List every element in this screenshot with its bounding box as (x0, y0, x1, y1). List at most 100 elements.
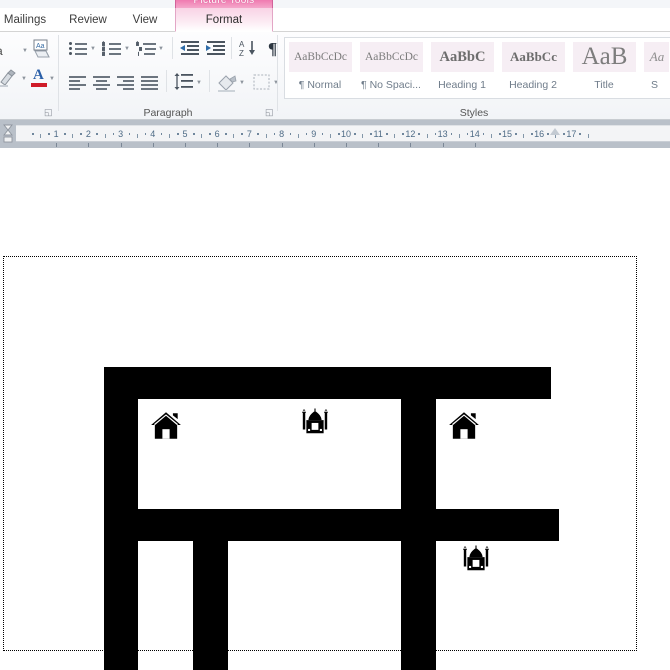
style-item-no-spacing[interactable]: AaBbCcDc ¶ No Spaci... (356, 38, 427, 98)
justify-button[interactable] (139, 72, 161, 93)
tab-stop-marker[interactable] (120, 143, 122, 147)
change-case-button[interactable]: Aa (30, 39, 54, 61)
increase-indent-button[interactable] (205, 38, 227, 59)
tab-stop-marker[interactable] (410, 143, 412, 147)
chevron-down-icon[interactable]: ▼ (49, 76, 55, 82)
ruler-dot (289, 133, 292, 135)
tab-stop-marker[interactable] (217, 143, 219, 147)
ruler-dot (225, 133, 227, 135)
font-dialog-launcher[interactable]: ◱ (44, 107, 54, 117)
ruler-dot (386, 133, 388, 135)
sort-az-icon: A Z (239, 40, 255, 58)
numbering-button[interactable]: 1 2 3 (101, 38, 123, 59)
tab-stop-marker[interactable] (442, 143, 444, 147)
mosque-icon[interactable] (300, 407, 330, 437)
multilevel-list-button[interactable]: 1 a i (135, 38, 157, 59)
ruler-number: 4 (150, 129, 156, 139)
ruler-tick (201, 134, 203, 138)
ruler-band: 1 2 3 4 5 6 7 8 9 10 11 12 13 14 15 16 17 (0, 120, 670, 148)
justify-icon (141, 76, 158, 90)
tab-stop-marker[interactable] (184, 143, 186, 147)
text-highlight-button[interactable] (0, 68, 18, 88)
ribbon-panel: a ▼ Aa ▼ A ▼ ◱ (0, 32, 670, 120)
line-spacing-button[interactable] (173, 72, 195, 93)
ruler-tick (490, 134, 492, 138)
ruler-tick (72, 134, 74, 138)
house-icon[interactable] (447, 409, 481, 443)
document-canvas[interactable] (0, 148, 670, 670)
ruler-tick (426, 134, 428, 138)
ruler-dot (450, 133, 453, 135)
chevron-down-icon[interactable]: ▼ (124, 46, 130, 52)
ruler-dot (370, 133, 372, 135)
road-vertical-inner[interactable] (193, 509, 228, 670)
chevron-down-icon[interactable]: ▼ (158, 46, 164, 52)
paragraph-group-title: Paragraph (143, 107, 193, 119)
style-preview: Aa (644, 42, 669, 72)
ruler-dot (128, 133, 131, 135)
tab-stop-marker[interactable] (249, 143, 251, 147)
tab-stop-marker[interactable] (56, 143, 58, 147)
ruler-dot (498, 133, 501, 135)
chevron-down-icon[interactable]: ▼ (22, 48, 28, 54)
paragraph-dialog-launcher[interactable]: ◱ (265, 107, 275, 117)
tab-view[interactable]: View (120, 8, 170, 32)
ruler-number: 2 (85, 129, 91, 139)
chevron-down-icon[interactable]: ▼ (239, 80, 245, 86)
ribbon-tab-bar: Mailings Review View Format (0, 8, 670, 32)
tab-review[interactable]: Review (60, 8, 116, 32)
house-icon[interactable] (149, 409, 183, 443)
ruler-number: 6 (214, 129, 220, 139)
ruler-dot (257, 133, 260, 135)
style-label: Heading 2 (509, 79, 557, 91)
align-right-button[interactable] (115, 72, 137, 93)
style-label: Title (594, 79, 614, 91)
chevron-down-icon[interactable]: ▼ (21, 76, 27, 82)
decrease-indent-button[interactable] (179, 38, 201, 59)
road-horizontal-middle[interactable] (104, 509, 559, 541)
style-preview: AaBbCcDc (289, 42, 352, 72)
horizontal-ruler[interactable]: 1 2 3 4 5 6 7 8 9 10 11 12 13 14 15 16 17 (16, 125, 670, 142)
ruler-number: 9 (311, 129, 317, 139)
ruler-number: 12 (405, 129, 416, 139)
ruler-tick (523, 134, 525, 138)
style-item-title[interactable]: AaB Title (569, 38, 640, 98)
sort-button[interactable]: A Z (237, 38, 259, 59)
ruler-dot (531, 133, 533, 135)
borders-button[interactable] (251, 72, 273, 93)
style-item-heading-1[interactable]: AaBbC Heading 1 (427, 38, 498, 98)
bullets-button[interactable] (67, 38, 89, 59)
ruler-number: 7 (246, 129, 252, 139)
tab-stop-marker[interactable] (281, 143, 283, 147)
style-item-normal[interactable]: AaBbCcDc ¶ Normal (285, 38, 356, 98)
ruler-number: 5 (182, 129, 188, 139)
style-preview: AaBbCcDc (360, 42, 423, 72)
text-box-frame[interactable] (3, 256, 637, 670)
left-indent-marker[interactable] (550, 128, 561, 135)
align-left-button[interactable] (67, 72, 89, 93)
shading-button[interactable] (216, 72, 238, 93)
chevron-down-icon[interactable]: ▼ (90, 46, 96, 52)
tab-mailings[interactable]: Mailings (0, 8, 56, 32)
align-center-button[interactable] (91, 72, 113, 93)
align-left-icon (69, 76, 86, 90)
tab-format[interactable]: Format (175, 8, 273, 32)
ruler-tick (458, 134, 460, 138)
ruler-tick (297, 134, 299, 138)
style-item-heading-2[interactable]: AaBbCc Heading 2 (498, 38, 569, 98)
font-group: a ▼ Aa ▼ A ▼ ◱ (0, 32, 58, 120)
tab-selector-icon[interactable] (2, 124, 14, 144)
ruler-dot (96, 133, 99, 135)
ruler-dot (547, 133, 549, 135)
tab-stop-marker[interactable] (88, 143, 90, 147)
ruler-dot (337, 133, 340, 135)
tab-stop-marker[interactable] (474, 143, 476, 147)
mosque-icon[interactable] (461, 544, 491, 574)
tab-stop-marker[interactable] (345, 143, 347, 147)
road-horizontal-top[interactable] (104, 367, 551, 399)
tab-stop-marker[interactable] (152, 143, 154, 147)
tab-stop-marker[interactable] (313, 143, 315, 147)
chevron-down-icon[interactable]: ▼ (196, 80, 202, 86)
tab-stop-marker[interactable] (378, 143, 380, 147)
style-item-subtitle[interactable]: Aa S (640, 38, 670, 98)
